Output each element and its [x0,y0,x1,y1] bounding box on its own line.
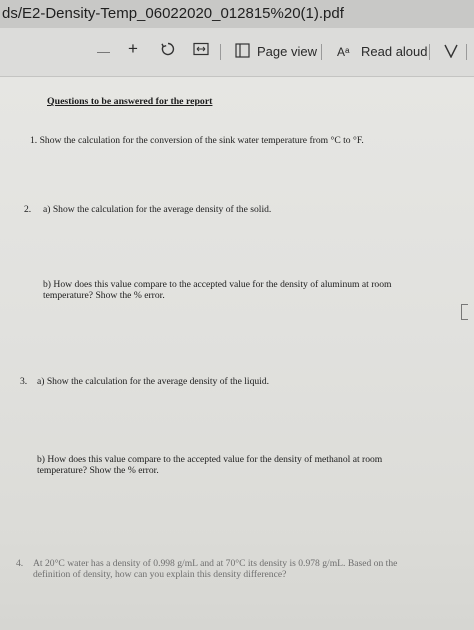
fit-to-page-button[interactable] [193,42,209,62]
report-questions-heading: Questions to be answered for the report [47,96,213,107]
read-aloud-icon: Aᵃ [337,45,350,59]
page-view-icon [235,43,250,64]
question-3b-line-2: temperature? Show the % error. [37,465,159,476]
rotate-button[interactable] [160,41,176,63]
draw-icon [444,44,458,59]
page-view-button[interactable]: Page view [257,42,317,62]
pdf-page: Questions to be answered for the report … [0,77,474,630]
zoom-in-button[interactable]: + [128,39,138,59]
read-aloud-button[interactable]: Read aloud [361,42,428,62]
window-title-bar: ds/E2-Density-Temp_06022020_012815%20(1)… [0,0,474,28]
zoom-out-button[interactable]: — [97,42,110,62]
rotate-icon [161,42,175,56]
question-2a: a) Show the calculation for the average … [43,204,272,215]
question-3-number: 3. [20,376,28,387]
question-1: 1. Show the calculation for the conversi… [30,135,364,146]
toolbar-divider [466,44,467,60]
question-2-number: 2. [24,204,32,215]
question-2b-line-2: temperature? Show the % error. [43,290,165,301]
fit-page-icon [193,42,209,56]
toolbar-divider [321,44,322,60]
toolbar-divider [429,44,430,60]
question-3a: a) Show the calculation for the average … [37,376,270,387]
draw-button[interactable] [444,44,458,64]
pdf-toolbar: — + Page view Aᵃ Read aloud [0,28,474,77]
question-4-number: 4. [16,558,24,569]
question-4-line-2: definition of density, how can you expla… [33,569,287,580]
scroll-bracket-icon [461,304,468,320]
window-title: ds/E2-Density-Temp_06022020_012815%20(1)… [2,5,344,22]
toolbar-divider [220,44,221,60]
